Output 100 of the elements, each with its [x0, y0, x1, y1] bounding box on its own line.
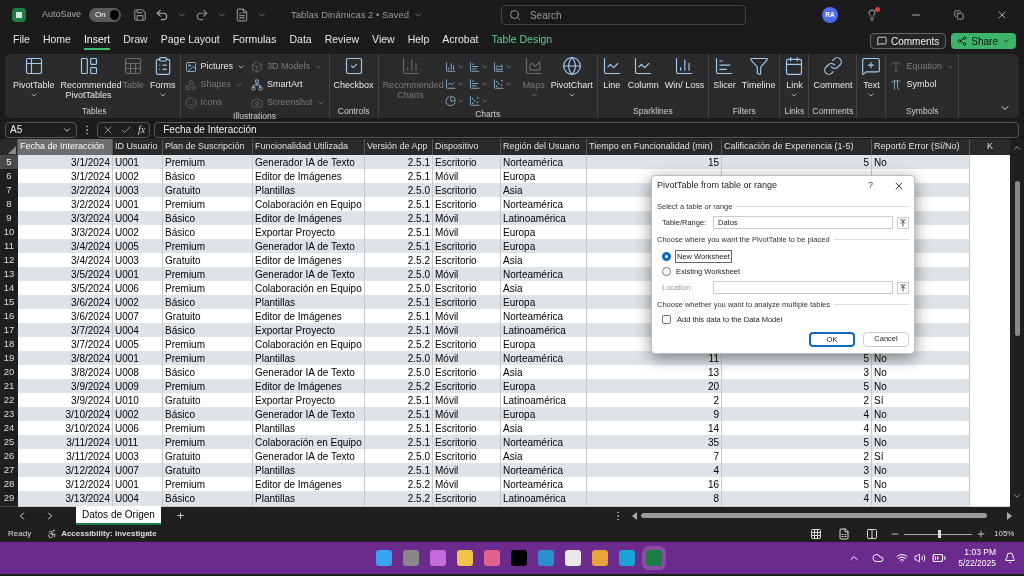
scroll-up-icon[interactable]: [1012, 143, 1022, 153]
clock-date[interactable]: 5/22/2025: [958, 558, 996, 569]
menu-tab[interactable]: Acrobat: [442, 32, 479, 50]
ribbon-button[interactable]: Win/ Loss: [662, 54, 707, 106]
caret-icon[interactable]: [177, 10, 188, 20]
caret-icon: [29, 91, 38, 99]
menu-tab[interactable]: Draw: [123, 32, 148, 50]
menu-tab[interactable]: Review: [324, 32, 360, 50]
accessibility-status[interactable]: Accessibility: Investigate: [61, 528, 157, 540]
name-box[interactable]: A5: [5, 121, 77, 138]
collapse-dialog-icon[interactable]: [897, 281, 909, 294]
sheet-tab[interactable]: Datos de Origen: [76, 506, 161, 525]
menu-tab[interactable]: File: [13, 32, 30, 50]
area-chart-icon: [492, 60, 505, 73]
collapse-dialog-icon[interactable]: [897, 216, 909, 229]
add-sheet-button[interactable]: +: [176, 505, 185, 526]
ribbon-button[interactable]: PivotChart: [548, 54, 595, 106]
ribbon-button[interactable]: Checkbox: [331, 54, 376, 106]
caret-icon: [790, 91, 799, 99]
notification-icon[interactable]: [1004, 552, 1016, 564]
table-cell: 4: [722, 491, 872, 507]
line-chart-icon: [601, 56, 622, 76]
lightbulb-icon[interactable]: [866, 9, 878, 21]
row-number[interactable]: 29: [0, 491, 18, 507]
menu-tab[interactable]: Insert: [83, 32, 111, 50]
ribbon-button[interactable]: Comment: [811, 54, 855, 106]
insert-function-button[interactable]: fx: [138, 122, 146, 137]
bar-chart-icon: [714, 56, 735, 76]
table-icon: [23, 56, 44, 76]
share-button[interactable]: Share: [951, 33, 1016, 49]
page-break-icon[interactable]: [866, 528, 878, 540]
camera-icon: [251, 96, 264, 109]
picture-icon: [184, 60, 197, 73]
group-label: Symbols: [905, 106, 939, 118]
ribbon-button[interactable]: Text: [859, 54, 884, 106]
menu-tab[interactable]: Data: [289, 32, 312, 50]
volume-icon[interactable]: [914, 552, 927, 564]
checkbox-icon: [343, 56, 364, 76]
horizontal-scrollbar[interactable]: [632, 510, 1012, 521]
location-field[interactable]: [713, 281, 893, 294]
caret-icon: [158, 91, 167, 99]
cloud-icon[interactable]: [872, 552, 885, 564]
formula-field[interactable]: Fecha de Interacción: [154, 121, 1019, 138]
menu-tab[interactable]: View: [372, 32, 395, 50]
caret-icon[interactable]: [412, 10, 423, 20]
menu-tab[interactable]: Home: [42, 32, 71, 50]
comments-button[interactable]: Comments: [869, 33, 947, 49]
menu-tab[interactable]: Formulas: [232, 32, 277, 50]
column-header[interactable]: K: [970, 139, 1010, 155]
scatter-chart-icon: [468, 94, 481, 107]
ribbon-button[interactable]: Timeline: [739, 54, 778, 106]
calendar-icon: [784, 56, 805, 76]
column-chart-icon: [674, 56, 695, 76]
ribbon-button[interactable]: Link: [782, 54, 807, 106]
save-icon[interactable]: [133, 8, 148, 22]
table-cell: 2.5.2: [365, 491, 433, 507]
zoom-slider[interactable]: [904, 530, 972, 538]
caret-icon: [567, 91, 576, 99]
smiley-icon: [184, 96, 197, 109]
battery-icon[interactable]: [932, 551, 947, 565]
ribbon-button[interactable]: Symbol: [888, 76, 956, 93]
dialog-title: PivotTable from table or range: [657, 179, 778, 193]
undo-icon[interactable]: [155, 8, 170, 22]
group-label: Charts: [475, 109, 501, 121]
document-title[interactable]: Tablas Dinámicas 2 • Saved: [291, 7, 409, 23]
ribbon-button[interactable]: Slicer: [711, 54, 738, 106]
ribbon-button[interactable]: Column: [625, 54, 661, 106]
wifi-icon[interactable]: [896, 552, 909, 564]
ribbon-button[interactable]: Line: [599, 54, 624, 106]
clock-time[interactable]: 1:03 PM: [964, 547, 996, 558]
bar-chart-icon: [468, 60, 481, 73]
checkbox[interactable]: [662, 315, 671, 325]
normal-view-icon[interactable]: [810, 528, 822, 540]
close-icon[interactable]: [996, 9, 1008, 21]
page-layout-icon[interactable]: [838, 528, 850, 540]
zoom-percentage[interactable]: 105%: [994, 528, 1016, 540]
ribbon-button[interactable]: Pictures: [182, 58, 248, 75]
redo-icon[interactable]: [195, 8, 210, 22]
close-icon[interactable]: [893, 180, 905, 192]
ribbon-button[interactable]: PivotTable: [11, 54, 57, 106]
table-cell: 3/13/2024: [18, 491, 113, 507]
restore-icon[interactable]: [954, 10, 964, 20]
ribbon-button[interactable]: Forms: [148, 54, 178, 106]
app-icon[interactable]: [538, 550, 555, 566]
document-icon[interactable]: [235, 8, 250, 22]
menu-tab[interactable]: Page Layout: [160, 32, 220, 50]
column-header[interactable]: Fecha de Interacción: [18, 139, 113, 155]
app-icon[interactable]: [484, 550, 501, 566]
scroll-down-icon[interactable]: [1012, 491, 1022, 501]
zoom-in-icon[interactable]: [976, 529, 986, 539]
zoom-slider-thumb[interactable]: [938, 530, 941, 538]
radio-button[interactable]: [662, 251, 671, 261]
accessibility-icon: [47, 529, 58, 539]
search-field[interactable]: Search: [500, 5, 746, 25]
menu-tab[interactable]: Help: [407, 32, 430, 50]
ribbon-button[interactable]: SmartArt: [249, 76, 327, 93]
autosave-toggle[interactable]: On: [89, 8, 122, 22]
help-button[interactable]: ?: [868, 179, 873, 193]
menu-tab[interactable]: Table Design: [491, 32, 553, 50]
caret-icon[interactable]: [217, 10, 228, 20]
